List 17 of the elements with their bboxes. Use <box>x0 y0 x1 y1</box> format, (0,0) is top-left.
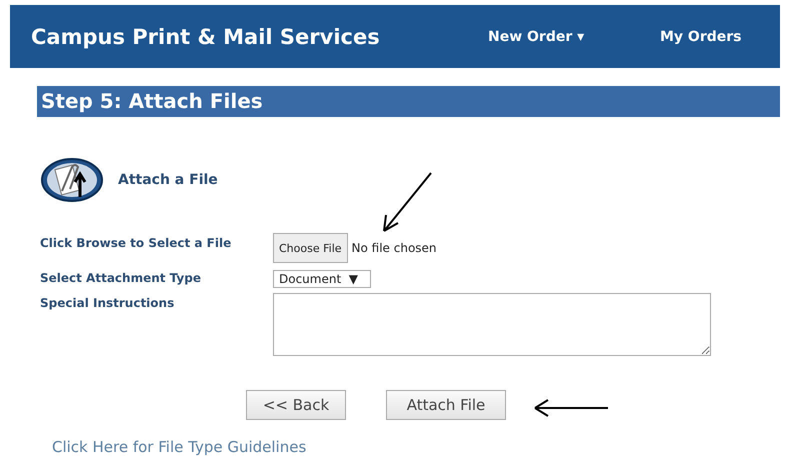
guidelines-link[interactable]: Click Here for File Type Guidelines <box>52 438 306 456</box>
attachment-type-dropdown[interactable]: Document ▼ <box>273 270 371 288</box>
arrow-icon <box>532 398 610 418</box>
instructions-field[interactable] <box>273 293 711 356</box>
choose-file-button[interactable]: Choose File <box>273 233 348 263</box>
field-label: Click Browse to Select a File <box>40 235 232 250</box>
nav-dropdown[interactable]: New Order ▾ <box>488 28 660 44</box>
back-button[interactable]: << Back <box>246 390 346 420</box>
field-label: Select Attachment Type <box>40 270 202 285</box>
attach-file-button[interactable]: Attach File <box>386 390 506 420</box>
field-label: Special Instructions <box>40 295 176 310</box>
section-title: Attach a File <box>118 172 218 188</box>
site-title: Campus Print & Mail Services <box>31 24 381 48</box>
paperclip-upload-icon <box>40 157 104 203</box>
nav-link[interactable]: My Orders <box>660 28 742 44</box>
file-status: No file chosen <box>352 240 437 254</box>
step-header: Step 5: Attach Files <box>37 86 780 117</box>
